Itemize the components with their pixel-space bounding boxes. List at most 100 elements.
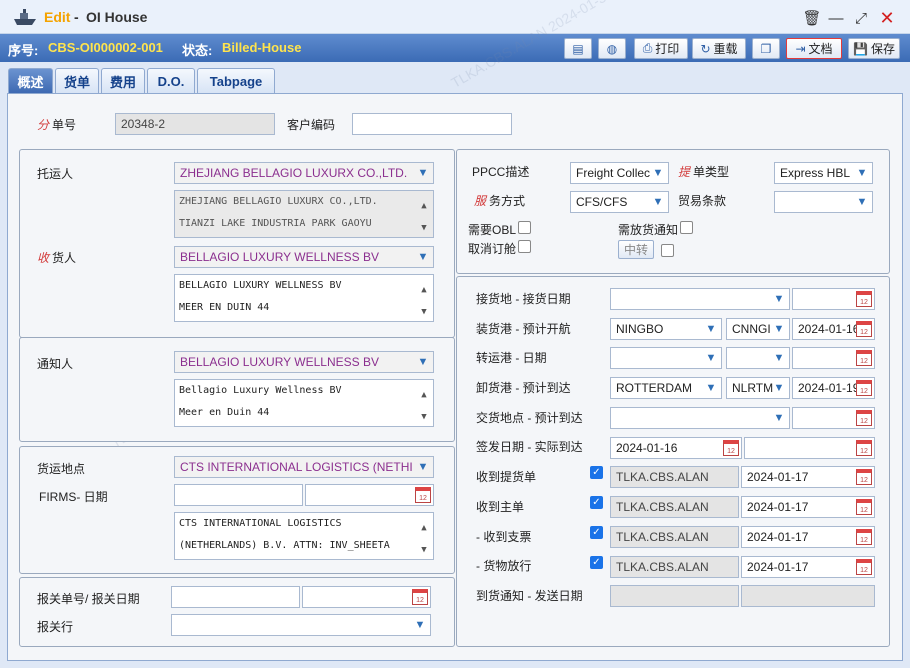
etd-date-input[interactable]: 2024-01-16 12 (792, 318, 875, 340)
tab-do[interactable]: D.O. (147, 68, 195, 94)
calendar-icon[interactable]: 12 (412, 589, 428, 605)
customer-code-input[interactable] (352, 113, 512, 135)
broker-label: 报关行 (37, 620, 74, 634)
actual-arrival-input[interactable]: 12 (744, 437, 875, 459)
globe-button[interactable]: ◍ (598, 38, 626, 59)
recv-bl-date[interactable]: 2024-01-17 12 (741, 466, 875, 488)
calendar-icon[interactable]: 12 (856, 529, 872, 545)
release-notice-checkbox[interactable] (680, 221, 693, 234)
need-obl-checkbox[interactable] (518, 221, 531, 234)
calendar-icon[interactable]: 12 (856, 559, 872, 575)
close-button[interactable]: ✕ (878, 8, 896, 28)
reload-button[interactable]: ↻ 重载 (692, 38, 746, 59)
chevron-down-icon: ▼ (652, 167, 664, 179)
recv-check-date[interactable]: 2024-01-17 12 (741, 526, 875, 548)
bl-type-select[interactable]: Express HBL ▼ (774, 162, 873, 184)
delivery-address[interactable]: CTS INTERNATIONAL LOGISTICS (NETHERLANDS)… (174, 512, 434, 560)
delivery-select[interactable]: CTS INTERNATIONAL LOGISTICS (NETHI ▼ (174, 456, 434, 478)
chevron-down-icon: ▼ (856, 167, 868, 179)
notify-address[interactable]: Bellagio Luxury Wellness BV Meer en Duin … (174, 379, 434, 427)
tab-cargo[interactable]: 货单 (55, 68, 99, 94)
receipt-date-input[interactable]: 12 (792, 288, 875, 310)
notify-select[interactable]: BELLAGIO LUXURY WELLNESS BV ▼ (174, 351, 434, 373)
calendar-icon[interactable]: 12 (856, 499, 872, 515)
recv-mbl-checkbox[interactable]: ✓ (590, 496, 603, 509)
pod-code-select[interactable]: NLRTM ▼ (726, 377, 790, 399)
firms-input[interactable] (174, 484, 303, 506)
transit-date-input[interactable]: 12 (792, 347, 875, 369)
copy-button[interactable]: ❐ (752, 38, 780, 59)
pol-code-select[interactable]: CNNGI ▼ (726, 318, 790, 340)
destination-select[interactable]: ▼ (610, 407, 790, 429)
trade-terms-select[interactable]: ▼ (774, 191, 873, 213)
print-button[interactable]: ⎙ 打印 (634, 38, 688, 59)
recv-bl-checkbox[interactable]: ✓ (590, 466, 603, 479)
trash-icon[interactable]: 🗑 (802, 9, 821, 27)
save-button[interactable]: 💾 保存 (848, 38, 900, 59)
calendar-icon[interactable]: 12 (856, 440, 872, 456)
recv-bl-label: 收到提货单 (476, 470, 537, 484)
service-select[interactable]: CFS/CFS ▼ (570, 191, 669, 213)
pol-label: 装货港 - 预计开航 (476, 322, 571, 336)
calendar-icon[interactable]: 12 (415, 487, 431, 503)
window-title-sep: - (74, 9, 79, 25)
calendar-icon[interactable]: 12 (856, 321, 872, 337)
release-date[interactable]: 2024-01-17 12 (741, 556, 875, 578)
tab-charges[interactable]: 费用 (101, 68, 145, 94)
eta-date-input[interactable]: 2024-01-19 12 (792, 377, 875, 399)
shipper-label: 托运人 (37, 167, 74, 181)
trade-terms-label: 贸易条款 (678, 194, 727, 208)
calendar-icon[interactable]: 12 (856, 380, 872, 396)
hbl-input[interactable]: 20348-2 (115, 113, 275, 135)
receipt-select[interactable]: ▼ (610, 288, 790, 310)
scroll-up-icon: ▲ (421, 523, 427, 533)
transfer-button[interactable]: 中转 (618, 240, 654, 259)
issue-date-input[interactable]: 2024-01-16 12 (610, 437, 742, 459)
recv-mbl-date[interactable]: 2024-01-17 12 (741, 496, 875, 518)
tab-tabpage[interactable]: Tabpage (197, 68, 275, 94)
calendar-icon[interactable]: 12 (723, 440, 739, 456)
seq-label: 序号: (8, 43, 39, 58)
delivery-label: 货运地点 (37, 462, 86, 476)
customs-date-input[interactable]: 12 (302, 586, 431, 608)
transfer-checkbox[interactable] (661, 244, 674, 257)
recv-check-label: - 收到支票 (476, 530, 532, 544)
scroll-up-icon: ▲ (421, 390, 427, 400)
pod-select[interactable]: ROTTERDAM ▼ (610, 377, 722, 399)
destination-date-input[interactable]: 12 (792, 407, 875, 429)
release-checkbox[interactable]: ✓ (590, 556, 603, 569)
customs-no-input[interactable] (171, 586, 300, 608)
service-label: 服务方式 (474, 194, 526, 208)
recv-check-checkbox[interactable]: ✓ (590, 526, 603, 539)
documents-button[interactable]: ⇥ 文档 (786, 38, 842, 59)
calendar-icon[interactable]: 12 (856, 410, 872, 426)
calendar-icon[interactable]: 12 (856, 350, 872, 366)
broker-select[interactable]: ▼ (171, 614, 431, 636)
recv-mbl-user: TLKA.CBS.ALAN (610, 496, 739, 518)
status-value: Billed-House (222, 40, 302, 55)
ppcc-select[interactable]: Freight Collec ▼ (570, 162, 669, 184)
cancel-booking-label: 取消订舱 (468, 242, 517, 256)
transit-select[interactable]: ▼ (610, 347, 722, 369)
cancel-booking-checkbox[interactable] (518, 240, 531, 253)
maximize-button[interactable]: ⤢ (852, 9, 870, 27)
calendar-icon[interactable]: 12 (856, 469, 872, 485)
scroll-down-icon: ▼ (421, 223, 427, 233)
chevron-down-icon: ▼ (417, 356, 429, 368)
pol-select[interactable]: NINGBO ▼ (610, 318, 722, 340)
report-button[interactable]: ▤ (564, 38, 592, 59)
firms-date-input[interactable]: 12 (305, 484, 434, 506)
consignee-address[interactable]: BELLAGIO LUXURY WELLNESS BV MEER EN DUIN … (174, 274, 434, 322)
release-user: TLKA.CBS.ALAN (610, 556, 739, 578)
tab-overview[interactable]: 概述 (8, 68, 53, 94)
shipper-address[interactable]: ZHEJIANG BELLAGIO LUXURX CO.,LTD. TIANZI … (174, 190, 434, 238)
need-obl-label: 需要OBL (468, 223, 517, 237)
calendar-icon[interactable]: 12 (856, 291, 872, 307)
consignee-label: 收货人 (37, 251, 77, 265)
chevron-down-icon: ▼ (773, 293, 785, 305)
consignee-select[interactable]: BELLAGIO LUXURY WELLNESS BV ▼ (174, 246, 434, 268)
transit-code-select[interactable]: ▼ (726, 347, 790, 369)
receipt-label: 接货地 - 接货日期 (476, 292, 571, 306)
shipper-select[interactable]: ZHEJIANG BELLAGIO LUXURX CO.,LTD. ▼ (174, 162, 434, 184)
minimize-button[interactable]: — (827, 9, 845, 27)
